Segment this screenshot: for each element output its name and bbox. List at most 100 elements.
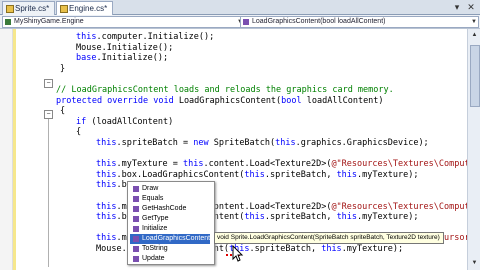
scrollbar-thumb[interactable] <box>470 45 480 107</box>
code-token: .computer.Initialize(); <box>96 32 215 42</box>
code-line[interactable]: { <box>60 106 65 116</box>
file-icon <box>6 5 14 13</box>
code-line[interactable]: this.spriteBatch = new SpriteBatch(this.… <box>96 138 429 148</box>
method-icon <box>133 246 139 252</box>
code-token: Mouse.Initialize(); <box>76 42 174 53</box>
code-token: this <box>244 212 265 223</box>
method-icon <box>133 216 139 222</box>
intellisense-item[interactable]: ToString <box>130 244 210 254</box>
outline-guide <box>48 117 49 267</box>
scroll-up-icon[interactable]: ▲ <box>470 31 479 40</box>
code-token: @"Resources\Textures\ComputerGh <box>331 159 480 170</box>
code-token: new <box>193 138 209 148</box>
code-token: bool <box>281 95 302 106</box>
code-token: .spriteBatch, <box>249 244 322 254</box>
code-token: this <box>336 169 358 180</box>
code-token: this <box>96 138 117 148</box>
code-token: @"Resources\Textures\ComputerGh <box>331 201 480 212</box>
intellisense-list[interactable]: Draw Equals GetHashCode GetType Initiali… <box>127 181 215 265</box>
file-icon <box>60 5 68 13</box>
code-line[interactable]: protected override void LoadGraphicsCont… <box>56 96 384 106</box>
code-token: .myTexture); <box>357 212 419 223</box>
code-token: .graphics.GraphicsDevice); <box>295 138 429 148</box>
code-token: protected override void <box>56 95 174 106</box>
code-token: base <box>76 53 97 64</box>
member-dropdown[interactable]: LoadGraphicsContent(bool loadAllContent)… <box>240 16 479 28</box>
code-token: (loadAllContent) <box>86 116 174 127</box>
collapse-outline-icon[interactable]: − <box>44 110 53 119</box>
vertical-scrollbar[interactable]: ▲ ▼ <box>467 29 480 270</box>
mouse-cursor-icon <box>232 245 244 262</box>
code-token: this <box>244 169 265 180</box>
chevron-down-icon: ▼ <box>471 19 477 25</box>
code-line[interactable]: // LoadGraphicsContent loads and reloads… <box>56 85 394 95</box>
code-token: this <box>321 244 342 254</box>
intellisense-item[interactable]: Update <box>130 254 210 264</box>
code-token: this <box>96 233 117 244</box>
method-icon <box>243 19 249 25</box>
code-token: this <box>96 159 117 170</box>
code-token: .spriteBatch, <box>264 169 337 180</box>
code-token: } <box>60 63 66 74</box>
intellisense-item[interactable]: Equals <box>130 194 210 204</box>
code-line[interactable]: base.Initialize(); <box>76 53 168 63</box>
window-menu-icon[interactable]: ▾ <box>452 2 462 12</box>
collapse-outline-icon[interactable]: − <box>44 79 53 88</box>
code-token: .spriteBatch, <box>264 212 337 223</box>
editor-margin <box>0 29 13 270</box>
code-token: this <box>76 32 97 42</box>
close-icon[interactable]: ✕ <box>466 2 476 12</box>
code-token: .myTexture); <box>341 244 404 254</box>
code-token: if <box>76 116 87 127</box>
code-line[interactable]: if (loadAllContent) <box>76 117 173 127</box>
change-tracking-bar <box>13 29 16 270</box>
method-icon <box>133 206 139 212</box>
code-token: this <box>96 201 117 212</box>
method-icon <box>133 236 139 242</box>
intellisense-item-selected[interactable]: LoadGraphicsContent <box>130 234 210 244</box>
code-token: .myTexture = <box>116 159 184 170</box>
code-token: loadAllContent) <box>301 95 384 106</box>
type-dropdown-value: MyShinyGame.Engine <box>14 18 84 25</box>
intellisense-item[interactable]: GetType <box>130 214 210 224</box>
tab-label: Engine.cs* <box>69 4 108 13</box>
code-token: this <box>336 212 358 223</box>
code-token: .box.LoadGraphicsContent( <box>116 169 245 180</box>
intellisense-item[interactable]: GetHashCode <box>130 204 210 214</box>
class-icon <box>5 19 11 25</box>
code-line[interactable]: this.computer.Initialize(); <box>76 32 214 42</box>
code-token: // LoadGraphicsContent loads and reloads… <box>56 85 394 95</box>
code-token: { <box>76 127 82 138</box>
method-icon <box>133 196 139 202</box>
code-line[interactable]: this.box.LoadGraphicsContent(this.sprite… <box>96 170 418 180</box>
code-token: SpriteBatch( <box>208 138 276 148</box>
code-token: this <box>275 138 296 148</box>
code-token: .content.Load<Texture2D>( <box>203 201 332 212</box>
scroll-down-icon[interactable]: ▼ <box>470 259 479 268</box>
code-token: LoadGraphicsContent( <box>173 95 282 106</box>
code-line[interactable]: { <box>76 127 81 137</box>
type-dropdown[interactable]: MyShinyGame.Engine ▼ <box>2 16 245 28</box>
intellisense-item[interactable]: Initialize <box>130 224 210 234</box>
code-token: .Initialize(); <box>96 53 169 64</box>
tab-engine-cs[interactable]: Engine.cs* <box>56 1 114 15</box>
code-token: this <box>96 212 117 223</box>
code-line[interactable]: this.myTexture = this.content.Load<Textu… <box>96 159 480 169</box>
member-dropdown-value: LoadGraphicsContent(bool loadAllContent) <box>252 18 386 25</box>
method-icon <box>133 186 139 192</box>
code-token: .content.Load<Texture2D>( <box>203 159 332 170</box>
intellisense-item[interactable]: Draw <box>130 184 210 194</box>
method-icon <box>133 226 139 232</box>
tab-sprite-cs[interactable]: Sprite.cs* <box>2 1 56 15</box>
code-line[interactable]: Mouse.Initialize(); <box>76 43 173 53</box>
code-token: .myTexture); <box>357 169 419 180</box>
code-line[interactable]: } <box>60 64 65 74</box>
code-token: this <box>96 180 117 191</box>
code-token: .spriteBatch = <box>116 138 194 148</box>
document-tab-strip: Sprite.cs* Engine.cs* ▾ ✕ <box>0 0 480 15</box>
code-token: this <box>183 159 204 170</box>
code-token: { <box>60 106 66 117</box>
tab-label: Sprite.cs* <box>15 4 50 13</box>
code-token: this <box>96 169 117 180</box>
method-icon <box>133 256 139 262</box>
